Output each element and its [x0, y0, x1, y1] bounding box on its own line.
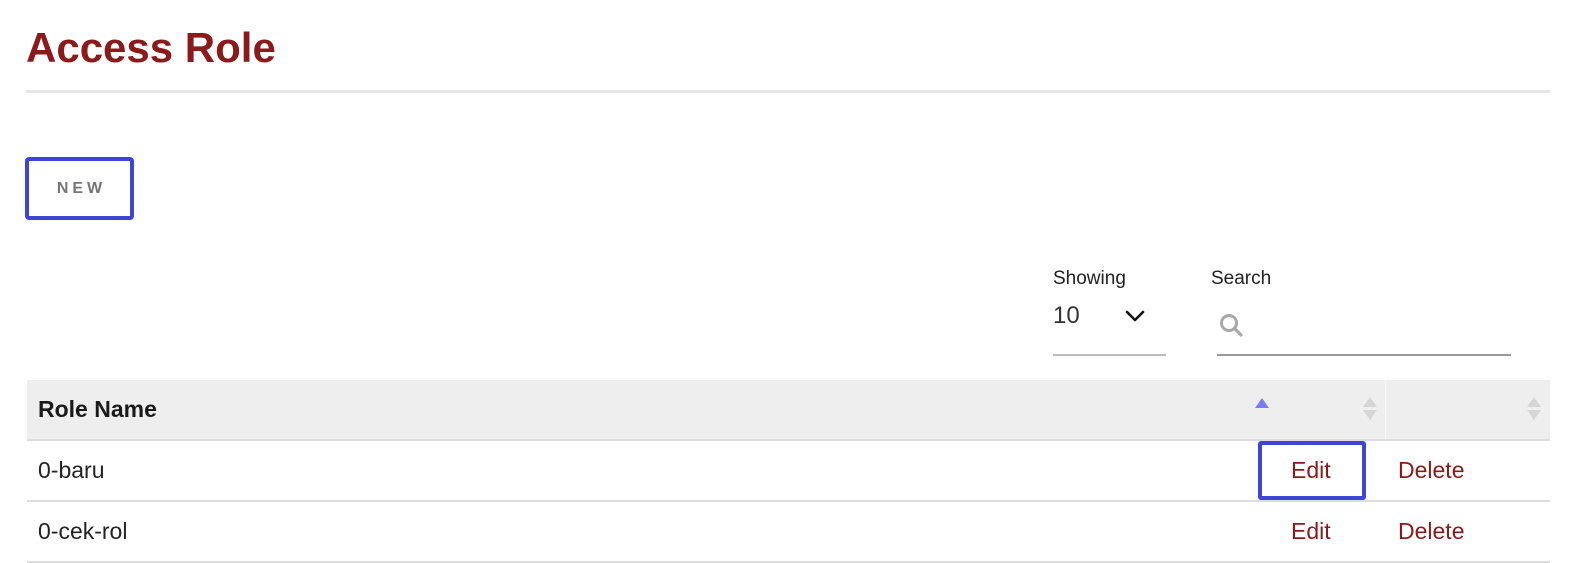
delete-link[interactable]: Delete: [1398, 457, 1464, 484]
column-header-role-name[interactable]: Role Name: [38, 396, 157, 423]
search-box: [1217, 300, 1511, 356]
showing-value: 10: [1053, 302, 1080, 329]
table-row: 0-cek-rol Edit Delete: [27, 502, 1550, 563]
search-label: Search: [1211, 268, 1272, 289]
search-icon: [1220, 314, 1243, 337]
delete-link[interactable]: Delete: [1398, 518, 1464, 545]
role-name-cell: 0-cek-rol: [38, 518, 128, 544]
role-name-cell: 0-baru: [38, 457, 105, 483]
sort-asc-icon[interactable]: [1255, 398, 1269, 408]
new-button-highlight: NEW: [25, 157, 134, 220]
roles-table: Role Name 0-baru Edit Delete 0-cek-rol E…: [27, 380, 1550, 563]
sort-both-icon[interactable]: [1527, 397, 1541, 423]
sort-both-icon[interactable]: [1363, 397, 1377, 423]
new-button[interactable]: NEW: [33, 165, 126, 212]
table-header: Role Name: [27, 380, 1550, 441]
page-title: Access Role: [26, 24, 276, 71]
search-input[interactable]: [1253, 308, 1507, 342]
column-divider: [1385, 380, 1386, 439]
title-divider: [26, 90, 1550, 93]
chevron-down-icon: [1125, 310, 1145, 322]
edit-link[interactable]: Edit: [1291, 518, 1331, 545]
showing-select[interactable]: 10: [1053, 300, 1166, 356]
showing-label: Showing: [1053, 268, 1126, 289]
edit-link[interactable]: Edit: [1291, 457, 1331, 484]
table-row: 0-baru Edit Delete: [27, 441, 1550, 502]
